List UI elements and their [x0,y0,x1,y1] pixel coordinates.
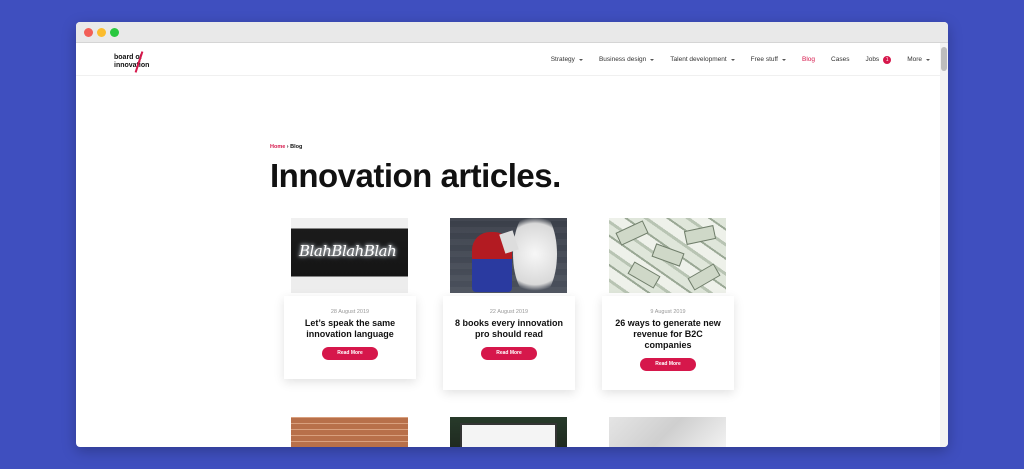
nav-item-label: Business design [598,56,647,63]
article-card: 28 August 2019 Let’s speak the same inno… [284,296,416,379]
article-image-spiderman-reading[interactable] [450,218,567,293]
dollar-bill [687,263,721,291]
page-title: Innovation articles. [270,157,561,194]
article-image-computer-screen[interactable] [450,417,567,447]
jobs-count-badge: 1 [883,55,892,64]
dollar-bill [615,220,649,246]
read-more-button[interactable]: Read More [481,347,537,360]
nav-item-more[interactable]: More [907,56,930,63]
nav-item-label: Cases [831,56,850,63]
nav-item-strategy[interactable]: Strategy [551,56,583,63]
breadcrumb-home-link[interactable]: Home [270,144,285,150]
nav-item-free-stuff[interactable]: Free stuff [751,56,786,63]
maximize-window-button[interactable] [110,28,119,37]
dollar-bill [627,261,661,289]
site-logo[interactable]: board of innovation [114,49,164,73]
nav-item-label: Strategy [550,56,575,63]
main-navigation: Strategy Business design Talent developm… [551,43,930,76]
chevron-down-icon [578,58,583,61]
chevron-down-icon [926,58,930,61]
article-card: 22 August 2019 8 books every innovation … [443,296,575,390]
breadcrumb-current: Blog [290,144,303,150]
article-card: 9 August 2019 26 ways to generate new re… [602,296,734,390]
light-glow [513,218,557,293]
read-more-button[interactable]: Read More [322,347,378,360]
article-image-blah-neon[interactable]: BlahBlahBlah [291,218,408,293]
nav-item-label: Free stuff [750,56,778,63]
browser-window: board of innovation Strategy Business de… [76,22,948,447]
page-viewport: board of innovation Strategy Business de… [76,43,948,447]
chevron-down-icon [782,58,786,61]
nav-item-label: Jobs [865,56,880,63]
browser-titlebar [76,22,948,43]
nav-item-talent-development[interactable]: Talent development [670,56,735,63]
neon-sign-text: BlahBlahBlah [299,242,397,260]
nav-item-cases[interactable]: Cases [831,56,849,63]
page-scrollbar[interactable] [940,43,948,447]
chevron-down-icon [730,58,735,61]
article-image-sketch-portrait[interactable] [609,417,726,447]
nav-item-label: Blog [802,56,816,63]
breadcrumb: Home › Blog [270,144,302,150]
minimize-window-button[interactable] [97,28,106,37]
nav-item-business-design[interactable]: Business design [598,56,655,63]
nav-item-label: More [907,56,922,63]
nav-item-label: Talent development [670,56,727,63]
dollar-bill [683,225,717,245]
dollar-bill [651,243,685,267]
article-title[interactable]: 8 books every innovation pro should read [443,315,575,340]
site-header: board of innovation Strategy Business de… [76,43,948,76]
article-image-brick-office[interactable] [291,417,408,447]
monitor [460,423,557,447]
nav-item-blog[interactable]: Blog [802,56,815,63]
article-title[interactable]: Let’s speak the same innovation language [284,315,416,340]
read-more-button[interactable]: Read More [640,358,696,371]
article-image-dollar-bills[interactable] [609,218,726,293]
chevron-down-icon [650,58,655,61]
article-title[interactable]: 26 ways to generate new revenue for B2C … [602,315,734,351]
scrollbar-thumb[interactable] [941,47,947,71]
nav-item-jobs[interactable]: Jobs 1 [865,55,892,64]
close-window-button[interactable] [84,28,93,37]
logo-text-line2: innovation [114,62,150,69]
